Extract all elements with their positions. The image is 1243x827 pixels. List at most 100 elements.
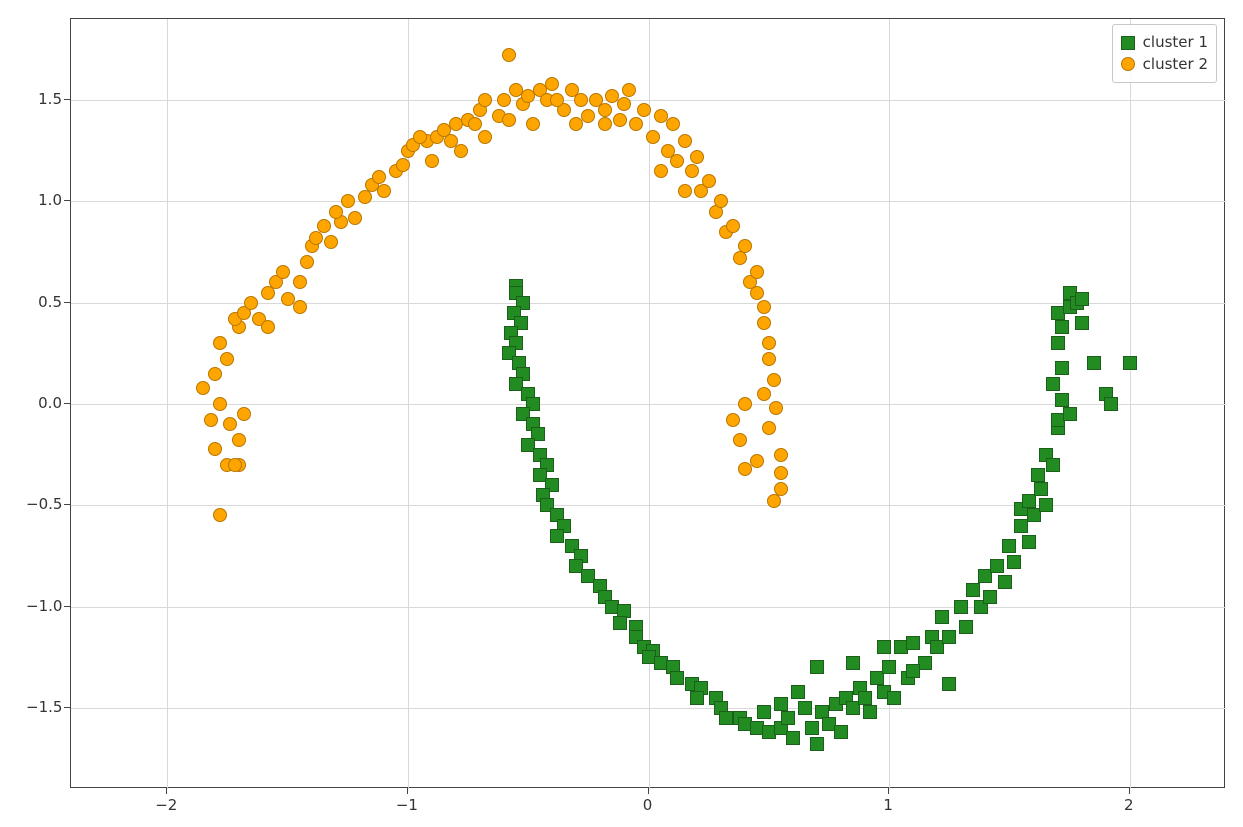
scatter-point-circle bbox=[670, 154, 684, 168]
legend: cluster 1 cluster 2 bbox=[1112, 24, 1217, 83]
scatter-point-circle bbox=[678, 134, 692, 148]
scatter-point-circle bbox=[550, 93, 564, 107]
scatter-point-circle bbox=[526, 117, 540, 131]
scatter-point-circle bbox=[478, 93, 492, 107]
axes-area bbox=[70, 18, 1225, 788]
scatter-point-circle bbox=[757, 300, 771, 314]
y-tick-label: −0.5 bbox=[26, 495, 62, 513]
y-tick-mark bbox=[64, 200, 70, 201]
scatter-point-square bbox=[1007, 555, 1021, 569]
scatter-point-circle bbox=[767, 373, 781, 387]
scatter-point-circle bbox=[574, 93, 588, 107]
scatter-point-circle bbox=[767, 494, 781, 508]
scatter-point-square bbox=[613, 616, 627, 630]
scatter-point-circle bbox=[757, 316, 771, 330]
x-tick-label: −1 bbox=[396, 796, 418, 814]
scatter-point-square bbox=[858, 691, 872, 705]
scatter-point-square bbox=[1002, 539, 1016, 553]
y-tick-mark bbox=[64, 504, 70, 505]
legend-swatch-circle-icon bbox=[1121, 57, 1135, 71]
scatter-point-square bbox=[846, 656, 860, 670]
grid-line-horizontal bbox=[71, 607, 1226, 608]
scatter-point-circle bbox=[678, 184, 692, 198]
scatter-point-square bbox=[918, 656, 932, 670]
y-tick-label: 1.5 bbox=[26, 90, 62, 108]
scatter-point-circle bbox=[358, 190, 372, 204]
scatter-point-circle bbox=[666, 117, 680, 131]
scatter-point-square bbox=[1055, 393, 1069, 407]
scatter-point-square bbox=[1123, 356, 1137, 370]
scatter-point-circle bbox=[237, 407, 251, 421]
scatter-point-square bbox=[935, 610, 949, 624]
scatter-point-square bbox=[983, 590, 997, 604]
scatter-point-circle bbox=[196, 381, 210, 395]
legend-swatch-square-icon bbox=[1121, 36, 1135, 50]
scatter-point-square bbox=[1034, 482, 1048, 496]
scatter-point-circle bbox=[468, 117, 482, 131]
scatter-point-circle bbox=[654, 164, 668, 178]
scatter-point-square bbox=[719, 711, 733, 725]
scatter-point-square bbox=[550, 529, 564, 543]
scatter-point-circle bbox=[733, 433, 747, 447]
scatter-point-circle bbox=[502, 48, 516, 62]
x-tick-label: −2 bbox=[155, 796, 177, 814]
scatter-point-square bbox=[1051, 336, 1065, 350]
scatter-point-square bbox=[1046, 377, 1060, 391]
scatter-point-square bbox=[1055, 320, 1069, 334]
scatter-point-circle bbox=[213, 508, 227, 522]
scatter-point-circle bbox=[208, 367, 222, 381]
scatter-point-circle bbox=[629, 117, 643, 131]
scatter-point-circle bbox=[613, 113, 627, 127]
x-tick-label: 1 bbox=[883, 796, 893, 814]
grid-line-horizontal bbox=[71, 505, 1226, 506]
scatter-point-circle bbox=[685, 164, 699, 178]
scatter-point-square bbox=[757, 705, 771, 719]
scatter-point-square bbox=[877, 640, 891, 654]
scatter-point-circle bbox=[396, 158, 410, 172]
scatter-point-square bbox=[798, 701, 812, 715]
scatter-point-square bbox=[1046, 458, 1060, 472]
scatter-point-square bbox=[1075, 316, 1089, 330]
scatter-point-circle bbox=[213, 336, 227, 350]
scatter-point-square bbox=[781, 711, 795, 725]
x-tick-label: 0 bbox=[643, 796, 653, 814]
scatter-point-circle bbox=[502, 113, 516, 127]
y-tick-label: −1.5 bbox=[26, 698, 62, 716]
scatter-point-square bbox=[959, 620, 973, 634]
scatter-point-square bbox=[1022, 535, 1036, 549]
x-tick-mark bbox=[166, 788, 167, 794]
scatter-point-circle bbox=[757, 387, 771, 401]
scatter-point-circle bbox=[646, 130, 660, 144]
scatter-point-square bbox=[863, 705, 877, 719]
scatter-point-square bbox=[906, 636, 920, 650]
scatter-point-circle bbox=[750, 265, 764, 279]
scatter-point-circle bbox=[324, 235, 338, 249]
scatter-point-circle bbox=[348, 211, 362, 225]
scatter-point-square bbox=[1075, 292, 1089, 306]
grid-line-horizontal bbox=[71, 100, 1226, 101]
scatter-point-square bbox=[1063, 407, 1077, 421]
scatter-point-circle bbox=[750, 454, 764, 468]
scatter-point-circle bbox=[309, 231, 323, 245]
grid-line-horizontal bbox=[71, 404, 1226, 405]
x-tick-mark bbox=[407, 788, 408, 794]
scatter-point-circle bbox=[425, 154, 439, 168]
scatter-point-circle bbox=[637, 103, 651, 117]
legend-label: cluster 1 bbox=[1143, 33, 1208, 53]
grid-line-horizontal bbox=[71, 708, 1226, 709]
scatter-point-circle bbox=[377, 184, 391, 198]
scatter-point-circle bbox=[223, 417, 237, 431]
scatter-point-circle bbox=[293, 300, 307, 314]
scatter-point-circle bbox=[276, 265, 290, 279]
y-tick-mark bbox=[64, 99, 70, 100]
scatter-point-circle bbox=[714, 194, 728, 208]
y-tick-label: −1.0 bbox=[26, 597, 62, 615]
scatter-point-square bbox=[954, 600, 968, 614]
scatter-point-square bbox=[1055, 361, 1069, 375]
scatter-point-square bbox=[690, 691, 704, 705]
scatter-point-circle bbox=[738, 397, 752, 411]
scatter-point-square bbox=[786, 731, 800, 745]
scatter-point-circle bbox=[762, 352, 776, 366]
scatter-point-square bbox=[887, 691, 901, 705]
scatter-point-circle bbox=[478, 130, 492, 144]
